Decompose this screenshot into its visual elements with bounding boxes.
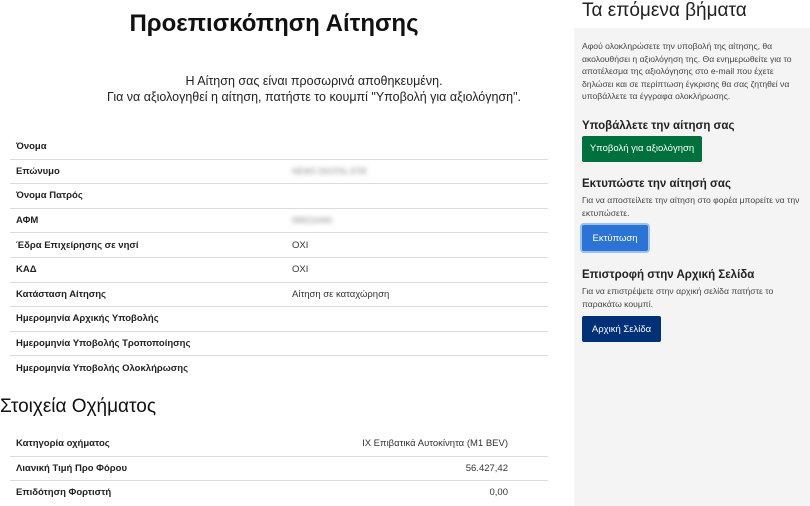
row-value: ΝΕΜΟ DIGITAL ΕΠΕ (292, 166, 368, 176)
table-row: Ημερομηνία Υποβολής Ολοκλήρωσης (10, 355, 548, 380)
row-value: ΟΧΙ (292, 264, 309, 276)
row-label: Όνομα Πατρός (16, 190, 83, 202)
notice-line-1: Η Αίτηση σας είναι προσωρινά αποθηκευμέν… (185, 74, 443, 88)
print-text: Για να αποστείλετε την αίτηση στο φορέα … (582, 194, 800, 218)
row-label: Κατάσταση Αίτησης (16, 288, 106, 300)
row-label: Ημερομηνία Αρχικής Υποβολής (16, 313, 159, 325)
table-row: Ημερομηνία Υποβολής Τροποποίησης (10, 330, 548, 356)
table-row: Έδρα Επιχείρησης σε νησί ΟΧΙ (10, 232, 548, 257)
home-text: Για να επιστρέψετε στην αρχική σελίδα πα… (582, 286, 774, 309)
row-label: Κατηγορία οχήματος (16, 437, 110, 449)
sidebar-intro: Αφού ολοκληρώσετε την υποβολή της αίτηση… (582, 41, 792, 102)
row-label: Επιδότηση Φορτιστή (16, 487, 112, 499)
row-value: 56.427,42 (465, 462, 508, 474)
notice-line-2: Για να αξιολογηθεί η αίτηση, πατήστε το … (106, 90, 521, 104)
vehicle-details-table: Κατηγορία οχήματος ΙΧ Επιβατικά Αυτοκίνητ… (10, 431, 548, 505)
row-label: Έδρα Επιχείρησης σε νησί (16, 239, 139, 251)
row-value: ΟΧΙ (292, 239, 309, 251)
table-row: Κατηγορία οχήματος ΙΧ Επιβατικά Αυτοκίνητ… (10, 431, 548, 456)
applicant-details-table: Όνομα Επώνυμο ΝΕΜΟ DIGITAL ΕΠΕ Όνομα Πατρός… (10, 134, 548, 380)
print-heading: Εκτυπώστε την αίτησή σας (582, 177, 731, 190)
row-label: Επώνυμο (16, 165, 60, 177)
table-row: Επώνυμο ΝΕΜΟ DIGITAL ΕΠΕ (10, 158, 548, 184)
main-content: Προεπισκόπηση Αίτησης Η Αίτηση σας είναι… (0, 0, 548, 506)
row-value: ΙΧ Επιβατικά Αυτοκίνητα (M1 BEV) (362, 437, 508, 449)
home-heading: Επιστροφή στην Αρχική Σελίδα (582, 269, 755, 282)
row-label: Λιανική Τιμή Προ Φόρου (16, 462, 127, 474)
table-row: Επιδότηση Φορτιστή 0,00 (10, 480, 548, 505)
table-row: Όνομα Πατρός (10, 183, 548, 208)
row-value: 999210440 (292, 216, 333, 226)
table-row: ΚΑΔ ΟΧΙ (10, 256, 548, 282)
page-title: Προεπισκόπηση Αίτησης (129, 10, 419, 37)
table-row: Κατάσταση Αίτησης Αίτηση σε καταχώρηση (10, 281, 548, 307)
home-page-button[interactable]: Αρχική Σελίδα (582, 316, 661, 343)
table-row: ΑΦΜ 999210440 (10, 207, 548, 233)
row-label: ΚΑΔ (16, 264, 37, 276)
row-label: Ημερομηνία Υποβολής Ολοκλήρωσης (16, 362, 189, 374)
save-notice: Η Αίτηση σας είναι προσωρινά αποθηκευμέν… (0, 73, 628, 105)
row-label: Ημερομηνία Υποβολής Τροποποίησης (16, 338, 191, 350)
table-row: Ημερομηνία Αρχικής Υποβολής (10, 306, 548, 331)
print-button[interactable]: Εκτύπωση (582, 225, 648, 252)
row-label: Όνομα (16, 140, 47, 152)
submit-heading: Υποβάλλετε την αίτηση σας (582, 119, 735, 132)
submit-for-evaluation-button[interactable]: Υποβολή για αξιολόγηση (582, 135, 702, 162)
vehicle-section-title: Στοιχεία Οχήματος (0, 396, 156, 417)
row-value: 0,00 (489, 487, 509, 499)
row-label: ΑΦΜ (16, 215, 39, 227)
row-value: Αίτηση σε καταχώρηση (292, 288, 390, 300)
table-row: Όνομα (10, 134, 548, 159)
table-row: Λιανική Τιμή Προ Φόρου 56.427,42 (10, 455, 548, 481)
next-steps-sidebar: Τα επόμενα βήματα Αφού ολοκληρώσετε την … (574, 0, 810, 506)
sidebar-title: Τα επόμενα βήματα (574, 0, 810, 28)
